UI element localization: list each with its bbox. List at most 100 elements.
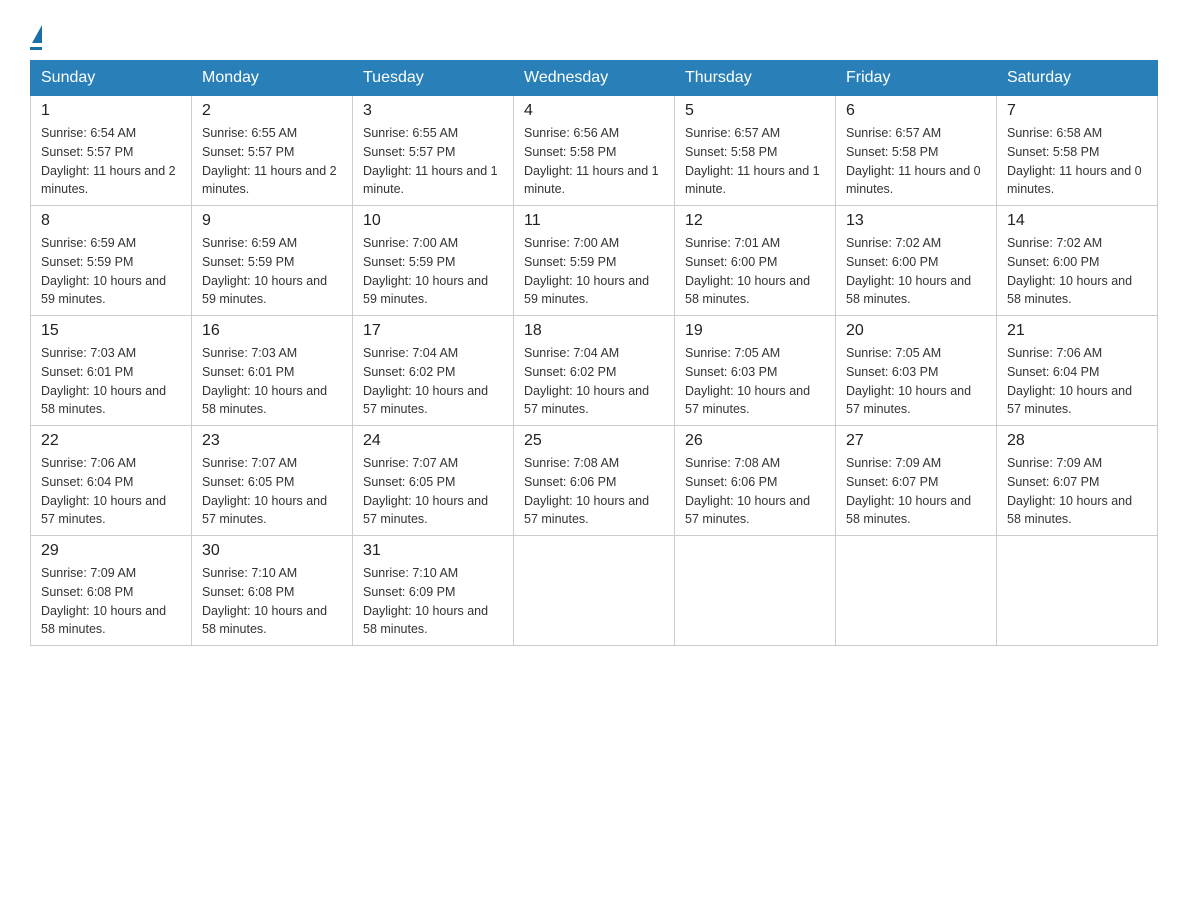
day-info: Sunrise: 7:01 AM Sunset: 6:00 PM Dayligh… — [685, 234, 825, 309]
calendar-week-row: 15 Sunrise: 7:03 AM Sunset: 6:01 PM Dayl… — [31, 316, 1158, 426]
day-info: Sunrise: 7:09 AM Sunset: 6:07 PM Dayligh… — [846, 454, 986, 529]
day-number: 28 — [1007, 432, 1147, 450]
day-number: 15 — [41, 322, 181, 340]
calendar-cell: 10 Sunrise: 7:00 AM Sunset: 5:59 PM Dayl… — [353, 206, 514, 316]
day-number: 5 — [685, 102, 825, 120]
day-number: 14 — [1007, 212, 1147, 230]
logo-blue-part — [30, 25, 42, 45]
calendar-cell: 15 Sunrise: 7:03 AM Sunset: 6:01 PM Dayl… — [31, 316, 192, 426]
day-number: 20 — [846, 322, 986, 340]
calendar-cell: 2 Sunrise: 6:55 AM Sunset: 5:57 PM Dayli… — [192, 96, 353, 206]
day-info: Sunrise: 7:05 AM Sunset: 6:03 PM Dayligh… — [846, 344, 986, 419]
day-number: 11 — [524, 212, 664, 230]
calendar-cell: 6 Sunrise: 6:57 AM Sunset: 5:58 PM Dayli… — [836, 96, 997, 206]
calendar-cell: 12 Sunrise: 7:01 AM Sunset: 6:00 PM Dayl… — [675, 206, 836, 316]
day-info: Sunrise: 7:09 AM Sunset: 6:07 PM Dayligh… — [1007, 454, 1147, 529]
weekday-header: Thursday — [675, 61, 836, 96]
day-info: Sunrise: 7:03 AM Sunset: 6:01 PM Dayligh… — [41, 344, 181, 419]
calendar-cell: 19 Sunrise: 7:05 AM Sunset: 6:03 PM Dayl… — [675, 316, 836, 426]
calendar-cell — [514, 536, 675, 646]
day-info: Sunrise: 7:00 AM Sunset: 5:59 PM Dayligh… — [363, 234, 503, 309]
day-number: 13 — [846, 212, 986, 230]
day-info: Sunrise: 7:06 AM Sunset: 6:04 PM Dayligh… — [41, 454, 181, 529]
day-info: Sunrise: 7:00 AM Sunset: 5:59 PM Dayligh… — [524, 234, 664, 309]
calendar-cell — [997, 536, 1158, 646]
calendar-cell: 9 Sunrise: 6:59 AM Sunset: 5:59 PM Dayli… — [192, 206, 353, 316]
page-header — [30, 20, 1158, 50]
weekday-header-row: SundayMondayTuesdayWednesdayThursdayFrid… — [31, 61, 1158, 96]
calendar-week-row: 22 Sunrise: 7:06 AM Sunset: 6:04 PM Dayl… — [31, 426, 1158, 536]
day-info: Sunrise: 7:04 AM Sunset: 6:02 PM Dayligh… — [363, 344, 503, 419]
weekday-header: Saturday — [997, 61, 1158, 96]
calendar-cell: 11 Sunrise: 7:00 AM Sunset: 5:59 PM Dayl… — [514, 206, 675, 316]
day-number: 30 — [202, 542, 342, 560]
calendar-table: SundayMondayTuesdayWednesdayThursdayFrid… — [30, 60, 1158, 646]
day-number: 19 — [685, 322, 825, 340]
calendar-week-row: 29 Sunrise: 7:09 AM Sunset: 6:08 PM Dayl… — [31, 536, 1158, 646]
weekday-header: Friday — [836, 61, 997, 96]
day-info: Sunrise: 7:03 AM Sunset: 6:01 PM Dayligh… — [202, 344, 342, 419]
calendar-cell: 3 Sunrise: 6:55 AM Sunset: 5:57 PM Dayli… — [353, 96, 514, 206]
day-info: Sunrise: 6:57 AM Sunset: 5:58 PM Dayligh… — [846, 124, 986, 199]
logo-underline — [30, 47, 42, 50]
day-info: Sunrise: 6:54 AM Sunset: 5:57 PM Dayligh… — [41, 124, 181, 199]
day-number: 12 — [685, 212, 825, 230]
calendar-week-row: 1 Sunrise: 6:54 AM Sunset: 5:57 PM Dayli… — [31, 96, 1158, 206]
calendar-cell: 13 Sunrise: 7:02 AM Sunset: 6:00 PM Dayl… — [836, 206, 997, 316]
day-number: 3 — [363, 102, 503, 120]
calendar-cell: 17 Sunrise: 7:04 AM Sunset: 6:02 PM Dayl… — [353, 316, 514, 426]
day-number: 16 — [202, 322, 342, 340]
day-info: Sunrise: 7:02 AM Sunset: 6:00 PM Dayligh… — [846, 234, 986, 309]
calendar-cell: 24 Sunrise: 7:07 AM Sunset: 6:05 PM Dayl… — [353, 426, 514, 536]
calendar-cell: 5 Sunrise: 6:57 AM Sunset: 5:58 PM Dayli… — [675, 96, 836, 206]
day-info: Sunrise: 7:05 AM Sunset: 6:03 PM Dayligh… — [685, 344, 825, 419]
calendar-cell: 28 Sunrise: 7:09 AM Sunset: 6:07 PM Dayl… — [997, 426, 1158, 536]
weekday-header: Wednesday — [514, 61, 675, 96]
calendar-cell: 4 Sunrise: 6:56 AM Sunset: 5:58 PM Dayli… — [514, 96, 675, 206]
day-number: 10 — [363, 212, 503, 230]
calendar-cell: 16 Sunrise: 7:03 AM Sunset: 6:01 PM Dayl… — [192, 316, 353, 426]
calendar-cell: 14 Sunrise: 7:02 AM Sunset: 6:00 PM Dayl… — [997, 206, 1158, 316]
day-info: Sunrise: 7:06 AM Sunset: 6:04 PM Dayligh… — [1007, 344, 1147, 419]
logo-triangle-icon — [32, 25, 42, 43]
day-info: Sunrise: 7:10 AM Sunset: 6:09 PM Dayligh… — [363, 564, 503, 639]
day-info: Sunrise: 7:09 AM Sunset: 6:08 PM Dayligh… — [41, 564, 181, 639]
calendar-cell — [675, 536, 836, 646]
day-info: Sunrise: 6:55 AM Sunset: 5:57 PM Dayligh… — [363, 124, 503, 199]
calendar-cell: 27 Sunrise: 7:09 AM Sunset: 6:07 PM Dayl… — [836, 426, 997, 536]
day-number: 18 — [524, 322, 664, 340]
day-info: Sunrise: 6:58 AM Sunset: 5:58 PM Dayligh… — [1007, 124, 1147, 199]
day-number: 9 — [202, 212, 342, 230]
day-number: 26 — [685, 432, 825, 450]
calendar-cell: 7 Sunrise: 6:58 AM Sunset: 5:58 PM Dayli… — [997, 96, 1158, 206]
calendar-cell: 25 Sunrise: 7:08 AM Sunset: 6:06 PM Dayl… — [514, 426, 675, 536]
day-number: 29 — [41, 542, 181, 560]
calendar-cell: 22 Sunrise: 7:06 AM Sunset: 6:04 PM Dayl… — [31, 426, 192, 536]
calendar-week-row: 8 Sunrise: 6:59 AM Sunset: 5:59 PM Dayli… — [31, 206, 1158, 316]
day-number: 25 — [524, 432, 664, 450]
calendar-cell: 20 Sunrise: 7:05 AM Sunset: 6:03 PM Dayl… — [836, 316, 997, 426]
day-info: Sunrise: 6:56 AM Sunset: 5:58 PM Dayligh… — [524, 124, 664, 199]
calendar-cell: 21 Sunrise: 7:06 AM Sunset: 6:04 PM Dayl… — [997, 316, 1158, 426]
calendar-cell: 18 Sunrise: 7:04 AM Sunset: 6:02 PM Dayl… — [514, 316, 675, 426]
day-number: 1 — [41, 102, 181, 120]
day-number: 2 — [202, 102, 342, 120]
day-info: Sunrise: 7:07 AM Sunset: 6:05 PM Dayligh… — [363, 454, 503, 529]
day-number: 17 — [363, 322, 503, 340]
calendar-cell: 1 Sunrise: 6:54 AM Sunset: 5:57 PM Dayli… — [31, 96, 192, 206]
calendar-cell: 26 Sunrise: 7:08 AM Sunset: 6:06 PM Dayl… — [675, 426, 836, 536]
day-number: 27 — [846, 432, 986, 450]
calendar-cell: 23 Sunrise: 7:07 AM Sunset: 6:05 PM Dayl… — [192, 426, 353, 536]
day-number: 7 — [1007, 102, 1147, 120]
day-info: Sunrise: 7:10 AM Sunset: 6:08 PM Dayligh… — [202, 564, 342, 639]
day-number: 8 — [41, 212, 181, 230]
day-number: 22 — [41, 432, 181, 450]
weekday-header: Monday — [192, 61, 353, 96]
day-info: Sunrise: 6:59 AM Sunset: 5:59 PM Dayligh… — [202, 234, 342, 309]
weekday-header: Sunday — [31, 61, 192, 96]
weekday-header: Tuesday — [353, 61, 514, 96]
day-number: 4 — [524, 102, 664, 120]
day-number: 31 — [363, 542, 503, 560]
day-info: Sunrise: 6:57 AM Sunset: 5:58 PM Dayligh… — [685, 124, 825, 199]
day-info: Sunrise: 7:07 AM Sunset: 6:05 PM Dayligh… — [202, 454, 342, 529]
